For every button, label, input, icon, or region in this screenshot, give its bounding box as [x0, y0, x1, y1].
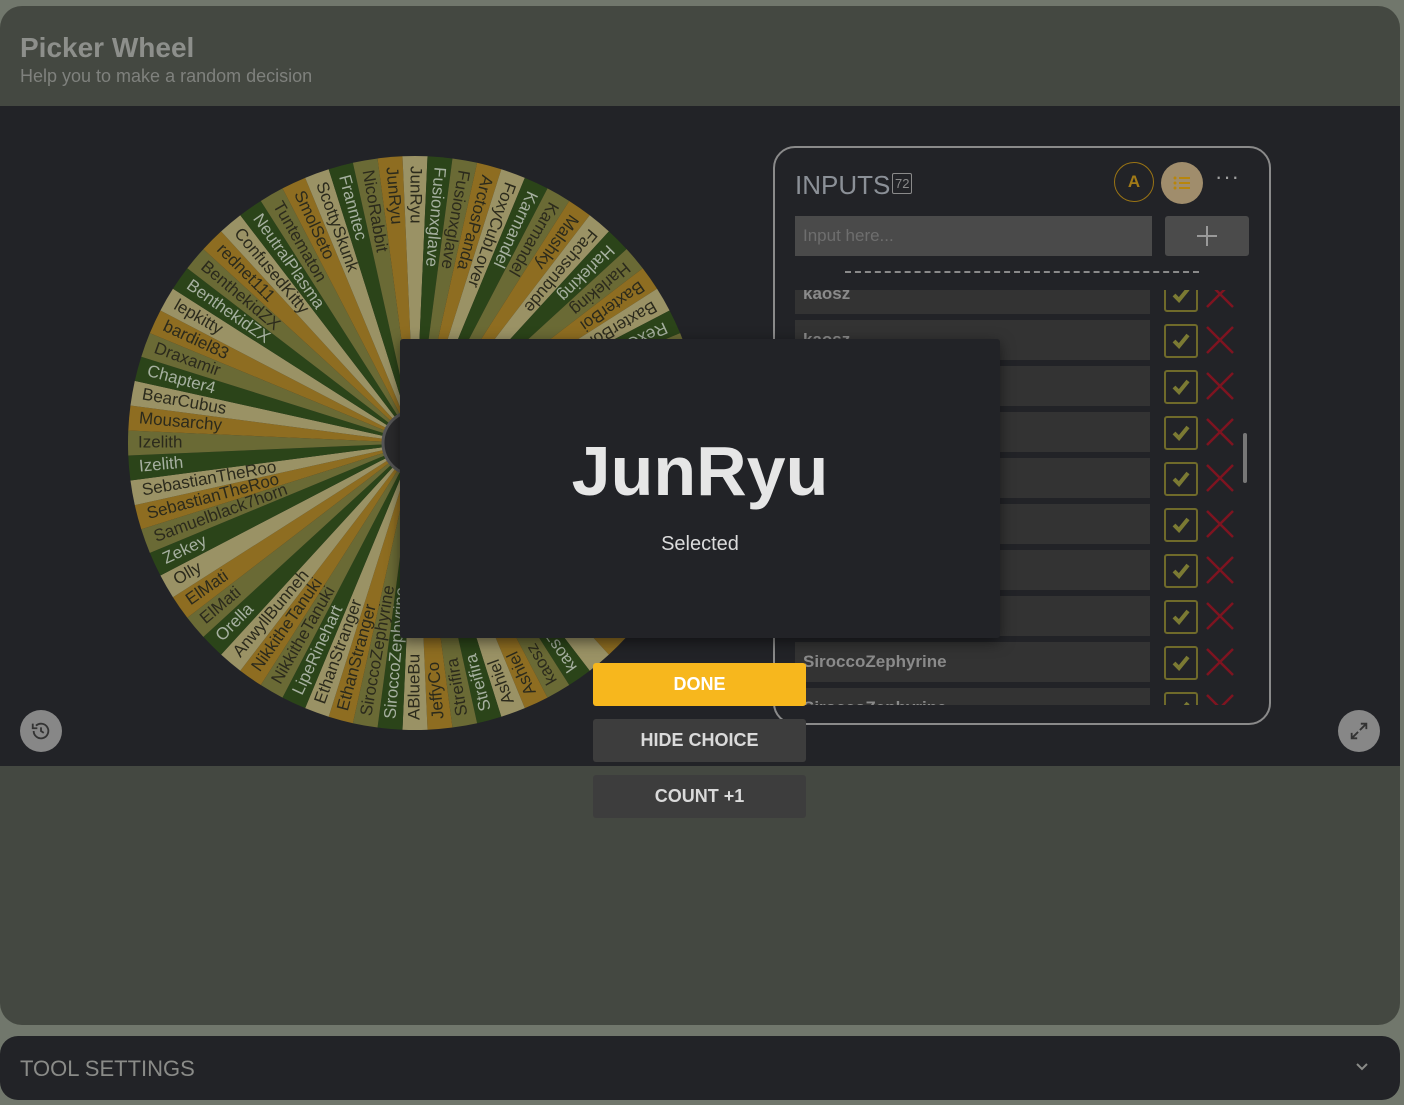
- inputs-count-badge: 72: [892, 173, 913, 194]
- check-icon: [1172, 655, 1190, 671]
- entry-toggle-checkbox[interactable]: [1164, 600, 1198, 634]
- done-button[interactable]: DONE: [593, 663, 806, 706]
- check-icon: [1172, 290, 1190, 303]
- entry-toggle-checkbox[interactable]: [1164, 554, 1198, 588]
- check-icon: [1172, 563, 1190, 579]
- wheel-slice-label: JunRyu: [407, 166, 426, 224]
- check-icon: [1172, 471, 1190, 487]
- hide-choice-button[interactable]: HIDE CHOICE: [593, 719, 806, 762]
- sort-alphabetical-button[interactable]: A: [1114, 162, 1154, 202]
- delete-icon[interactable]: [1205, 371, 1235, 401]
- wheel-slice-label: Izelith: [138, 432, 182, 451]
- delete-icon[interactable]: [1205, 290, 1235, 309]
- check-icon: [1172, 333, 1190, 349]
- entry-row: kaosz: [795, 290, 1235, 314]
- tool-settings-bar[interactable]: TOOL SETTINGS: [0, 1036, 1400, 1100]
- winner-caption: Selected: [661, 533, 739, 555]
- plus-icon: [1197, 226, 1217, 246]
- history-icon: [31, 722, 50, 740]
- winner-text: JunRyu: [571, 432, 829, 510]
- entry-toggle-checkbox[interactable]: [1164, 416, 1198, 450]
- delete-icon[interactable]: [1205, 555, 1235, 585]
- result-dialog: JunRyu Selected: [400, 339, 1000, 638]
- check-icon: [1172, 379, 1190, 395]
- inputs-title: INPUTS: [795, 170, 891, 200]
- entry-row: SiroccoZephyrine: [795, 688, 1235, 705]
- delete-icon[interactable]: [1205, 509, 1235, 539]
- page-subtitle: Help you to make a random decision: [20, 66, 313, 86]
- delete-icon[interactable]: [1205, 693, 1235, 705]
- wheel-slice-label: Izelith: [138, 453, 184, 476]
- list-scrollbar[interactable]: [1243, 433, 1247, 483]
- delete-icon[interactable]: [1205, 417, 1235, 447]
- wheel-slice-label: ABlueBu: [404, 654, 423, 720]
- chevron-down-icon: [1356, 1063, 1368, 1071]
- delete-icon[interactable]: [1205, 325, 1235, 355]
- entry-toggle-checkbox[interactable]: [1164, 324, 1198, 358]
- delete-icon[interactable]: [1205, 647, 1235, 677]
- check-icon: [1172, 609, 1190, 625]
- entry-input[interactable]: [795, 216, 1152, 256]
- entry-text[interactable]: SiroccoZephyrine: [795, 688, 1150, 705]
- check-icon: [1172, 517, 1190, 533]
- list-view-button[interactable]: [1161, 162, 1203, 204]
- page-title: Picker Wheel: [20, 32, 195, 63]
- expand-icon: [1350, 722, 1368, 740]
- history-button[interactable]: [20, 710, 62, 752]
- delete-icon[interactable]: [1205, 601, 1235, 631]
- entry-toggle-checkbox[interactable]: [1164, 462, 1198, 496]
- entry-toggle-checkbox[interactable]: [1164, 370, 1198, 404]
- add-entry-button[interactable]: [1165, 216, 1249, 256]
- entry-text[interactable]: kaosz: [795, 290, 1150, 314]
- entry-text[interactable]: SiroccoZephyrine: [795, 642, 1150, 682]
- divider: [845, 271, 1199, 273]
- entry-toggle-checkbox[interactable]: [1164, 508, 1198, 542]
- delete-icon[interactable]: [1205, 463, 1235, 493]
- entry-toggle-checkbox[interactable]: [1164, 692, 1198, 705]
- entry-row: SiroccoZephyrine: [795, 642, 1235, 682]
- fullscreen-button[interactable]: [1338, 710, 1380, 752]
- check-icon: [1172, 425, 1190, 441]
- entry-toggle-checkbox[interactable]: [1164, 646, 1198, 680]
- list-icon: [1173, 176, 1190, 190]
- more-options-button[interactable]: ···: [1215, 164, 1240, 190]
- count-plus-one-button[interactable]: COUNT +1: [593, 775, 806, 818]
- tool-settings-label: TOOL SETTINGS: [20, 1056, 195, 1081]
- check-icon: [1183, 701, 1190, 705]
- entry-toggle-checkbox[interactable]: [1164, 290, 1198, 312]
